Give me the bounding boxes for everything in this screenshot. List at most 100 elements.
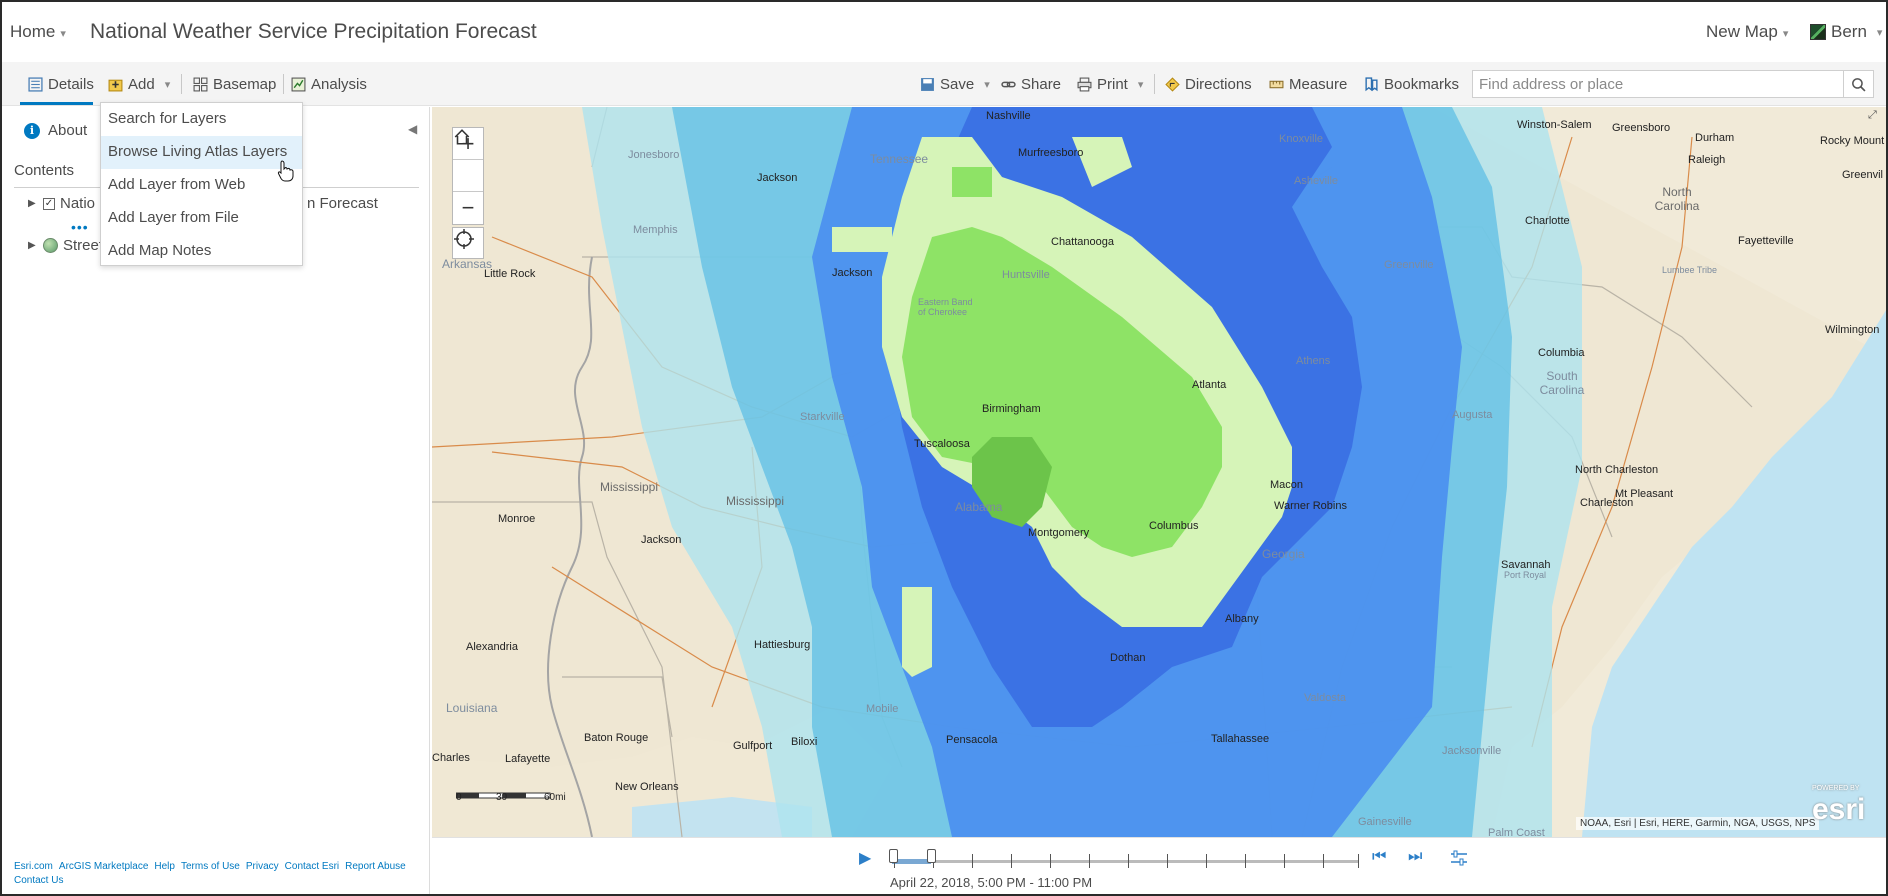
add-button[interactable]: Add ▾ bbox=[108, 62, 170, 106]
layer-name-continued: n Forecast bbox=[307, 195, 378, 212]
sliders-icon bbox=[1451, 850, 1467, 866]
expand-triangle-icon[interactable]: ▶ bbox=[28, 198, 38, 209]
map-label: Asheville bbox=[1294, 175, 1339, 187]
divider bbox=[1154, 74, 1155, 94]
basemap-globe-icon bbox=[43, 238, 58, 253]
zoom-control: + − bbox=[452, 127, 484, 225]
map-label: Tallahassee bbox=[1211, 733, 1270, 745]
chevron-down-icon: ▾ bbox=[1782, 28, 1789, 40]
map-label: Valdosta bbox=[1304, 692, 1346, 704]
layer-visibility-checkbox[interactable]: ✓ bbox=[43, 197, 55, 210]
menu-item-add-map-notes[interactable]: Add Map Notes bbox=[101, 235, 302, 268]
home-label: Home bbox=[10, 22, 56, 41]
save-button[interactable]: Save ▾ bbox=[920, 62, 990, 106]
map-label: Dothan bbox=[1110, 652, 1146, 664]
previous-icon[interactable]: ⏮ bbox=[1372, 848, 1386, 866]
time-tick bbox=[1358, 854, 1359, 868]
collapse-panel-icon[interactable]: ◀ bbox=[408, 122, 417, 136]
new-map-menu[interactable]: New Map ▾ bbox=[1706, 22, 1788, 42]
time-slider-start-handle[interactable] bbox=[889, 849, 898, 863]
scale-label: 0 bbox=[456, 792, 462, 803]
map-label: Gainesville bbox=[1358, 816, 1412, 828]
footer-link[interactable]: Contact Esri bbox=[285, 861, 339, 872]
footer-link[interactable]: Terms of Use bbox=[181, 861, 240, 872]
expand-icon[interactable]: ⤢ bbox=[1868, 109, 1877, 122]
menu-item-search-for-layers[interactable]: Search for Layers bbox=[101, 103, 302, 136]
measure-button[interactable]: Measure bbox=[1269, 62, 1347, 106]
user-menu[interactable]: Bern ▾ bbox=[1810, 22, 1882, 42]
add-layer-icon bbox=[108, 79, 123, 91]
footer-link[interactable]: Contact Us bbox=[14, 875, 63, 886]
footer-link[interactable]: Esri.com bbox=[14, 861, 53, 872]
analysis-button[interactable]: Analysis bbox=[291, 62, 367, 106]
chevron-down-icon: ▾ bbox=[60, 28, 66, 40]
search-icon bbox=[1852, 77, 1866, 92]
home-menu[interactable]: Home ▾ bbox=[10, 22, 66, 42]
map-label: Murfreesboro bbox=[1018, 147, 1084, 159]
map-label: Mobile bbox=[866, 703, 899, 715]
analysis-label: Analysis bbox=[311, 75, 367, 93]
search-input[interactable] bbox=[1473, 71, 1845, 97]
layer-item[interactable]: ▶ Street bbox=[28, 237, 103, 254]
time-tick bbox=[1089, 854, 1090, 868]
search-box bbox=[1472, 70, 1874, 98]
map-label: Lumbee Tribe bbox=[1662, 265, 1718, 275]
map-label: Birmingham bbox=[982, 403, 1041, 415]
measure-label: Measure bbox=[1289, 75, 1348, 93]
basemap-icon bbox=[193, 77, 208, 91]
play-icon[interactable]: ▶ bbox=[859, 848, 871, 868]
about-tab[interactable]: i About bbox=[24, 122, 87, 139]
details-button[interactable]: Details bbox=[28, 62, 94, 106]
menu-item-browse-living-atlas[interactable]: Browse Living Atlas Layers bbox=[101, 136, 302, 169]
layer-item[interactable]: ▶ ✓ Natio bbox=[28, 195, 95, 212]
toolbar: Details Add ▾ Basemap Analysis Save ▾ Sh… bbox=[2, 62, 1886, 106]
add-label: Add bbox=[128, 75, 155, 93]
home-extent-button[interactable] bbox=[453, 129, 483, 192]
time-slider: ▶ ⏮ ⏭ April 22, 2018, 5:00 PM - 11:00 PM bbox=[432, 837, 1886, 894]
footer-link[interactable]: Help bbox=[154, 861, 175, 872]
details-label: Details bbox=[48, 75, 94, 93]
slider-settings-icon[interactable] bbox=[1450, 850, 1468, 870]
contents-heading: Contents bbox=[14, 162, 75, 179]
menu-item-add-layer-from-web[interactable]: Add Layer from Web bbox=[101, 169, 302, 202]
share-button[interactable]: Share bbox=[1001, 62, 1061, 106]
map-label: Port Royal bbox=[1504, 570, 1547, 580]
print-button[interactable]: Print ▾ bbox=[1077, 62, 1143, 106]
map-label: Jackson bbox=[757, 172, 798, 184]
chevron-down-icon: ▾ bbox=[1876, 26, 1883, 39]
bookmark-icon bbox=[1365, 76, 1378, 91]
time-slider-track[interactable] bbox=[892, 860, 1358, 863]
bookmarks-button[interactable]: Bookmarks bbox=[1364, 62, 1459, 106]
layer-name: Street bbox=[63, 237, 104, 254]
footer-link[interactable]: ArcGIS Marketplace bbox=[59, 861, 148, 872]
avatar bbox=[1810, 24, 1826, 40]
time-slider-end-handle[interactable] bbox=[927, 849, 936, 863]
map-label: Tennessee bbox=[870, 152, 929, 166]
layer-options-icon[interactable]: ••• bbox=[71, 219, 89, 235]
zoom-out-button[interactable]: − bbox=[453, 192, 483, 224]
map-label: Pensacola bbox=[946, 734, 998, 746]
map-attribution: NOAA, Esri | Esri, HERE, Garmin, NGA, US… bbox=[1576, 817, 1820, 830]
footer-link[interactable]: Privacy bbox=[246, 861, 279, 872]
menu-item-add-layer-from-file[interactable]: Add Layer from File bbox=[101, 202, 302, 235]
map-view[interactable]: Nashville Murfreesboro Knoxville Winston… bbox=[432, 107, 1886, 837]
directions-button[interactable]: Directions bbox=[1165, 62, 1252, 106]
map-label: Jacksonville bbox=[1442, 745, 1502, 757]
app-window: Home ▾ National Weather Service Precipita… bbox=[0, 0, 1888, 896]
search-button[interactable] bbox=[1843, 71, 1873, 97]
basemap-button[interactable]: Basemap bbox=[193, 62, 276, 106]
expand-triangle-icon[interactable]: ▶ bbox=[28, 240, 38, 251]
layer-name: Natio bbox=[60, 195, 96, 212]
footer-link[interactable]: Report Abuse bbox=[345, 861, 406, 872]
link-icon bbox=[1001, 81, 1016, 87]
map-label: Louisiana bbox=[446, 701, 498, 715]
locate-button[interactable] bbox=[452, 227, 484, 259]
time-tick bbox=[1128, 854, 1129, 868]
esri-logo[interactable]: POWERED BY esri bbox=[1812, 785, 1865, 827]
header: Home ▾ National Weather Service Precipita… bbox=[2, 2, 1886, 62]
map-label: Alexandria bbox=[466, 641, 518, 653]
footer-links: Esri.com ArcGIS Marketplace Help Terms of U… bbox=[14, 860, 414, 888]
save-label: Save bbox=[940, 75, 975, 93]
next-icon[interactable]: ⏭ bbox=[1408, 848, 1422, 866]
time-tick bbox=[1011, 854, 1012, 868]
